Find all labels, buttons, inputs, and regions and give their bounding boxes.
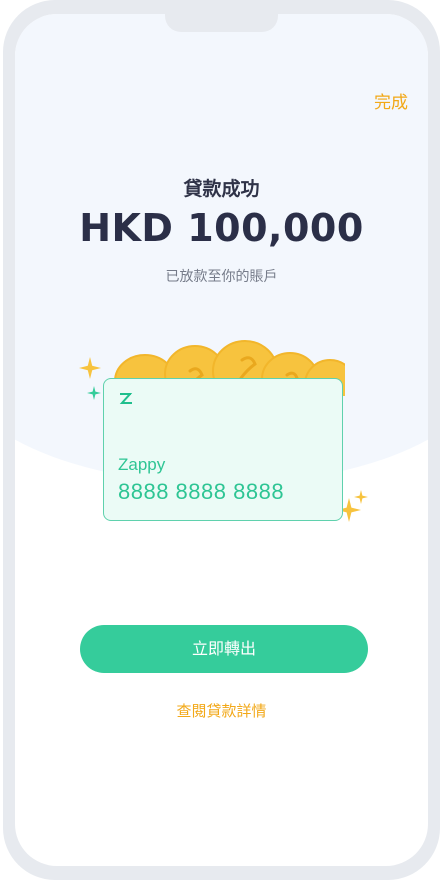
zappy-logo-icon — [119, 393, 133, 404]
bank-card: Zappy 8888 8888 8888 — [103, 378, 343, 521]
loan-amount: HKD 100,000 — [79, 206, 364, 250]
transfer-now-button[interactable]: 立即轉出 — [80, 625, 368, 673]
sparkle-icon — [87, 386, 101, 400]
view-loan-details-link[interactable]: 查閱貸款詳情 — [15, 700, 428, 721]
page-title: 貸款成功 — [183, 178, 260, 200]
sparkle-icon — [79, 357, 101, 379]
done-button[interactable]: 完成 — [374, 88, 408, 113]
sparkle-icon — [354, 490, 368, 504]
page-subtitle: 已放款至你的賬戶 — [165, 269, 278, 285]
phone-notch — [165, 14, 278, 32]
card-number: 8888 8888 8888 — [118, 479, 285, 504]
screen: 完成 貸款成功 HKD 100,000 已放款至你的賬戶 Zappy 8888 … — [15, 14, 428, 866]
card-name: Zappy — [118, 455, 166, 474]
